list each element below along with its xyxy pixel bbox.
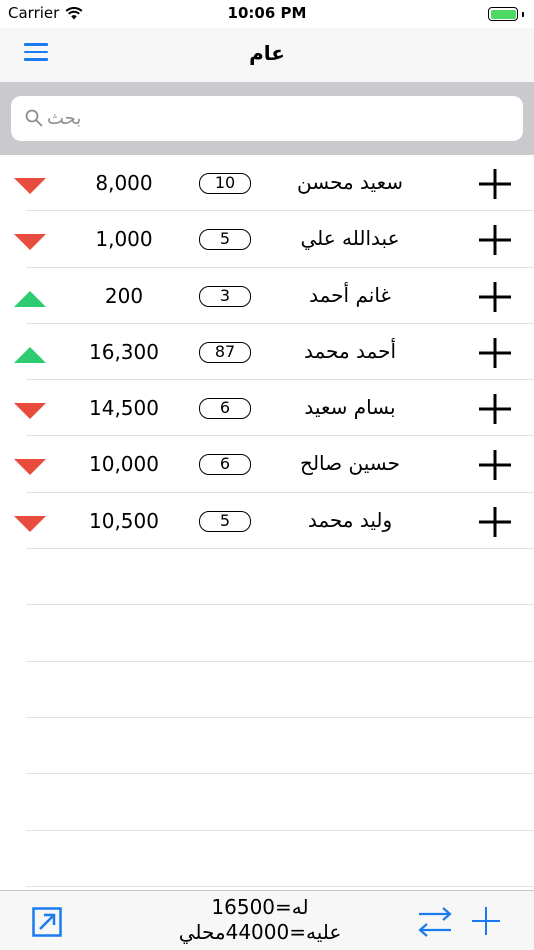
list-item[interactable]: 10,500 5 وليد محمد — [0, 493, 534, 550]
trend-up-icon — [14, 290, 46, 307]
row-amount: 1,000 — [95, 227, 153, 252]
plus-icon[interactable] — [477, 167, 513, 201]
plus-icon[interactable] — [477, 505, 513, 539]
battery-icon — [488, 7, 524, 21]
trend-down-icon — [14, 459, 46, 476]
list-item[interactable]: 14,500 6 بسام سعيد — [0, 380, 534, 437]
swap-icon[interactable] — [417, 905, 453, 939]
status-bar: Carrier 10:06 PM — [0, 0, 534, 28]
row-name: غانم أحمد — [309, 282, 391, 307]
row-count-badge: 5 — [199, 510, 251, 532]
trend-up-icon — [14, 346, 46, 363]
search-input[interactable] — [47, 96, 347, 141]
status-time: 10:06 PM — [227, 4, 307, 22]
debit-total: عليه=44000محلي — [178, 920, 342, 944]
row-amount: 14,500 — [89, 396, 159, 421]
row-count-badge: 6 — [199, 398, 251, 420]
page-title: عام — [249, 41, 285, 65]
search-box[interactable] — [11, 96, 523, 141]
row-name: سعيد محسن — [297, 170, 403, 194]
empty-row — [0, 662, 534, 719]
credit-total: له=16500 — [211, 895, 309, 919]
row-amount: 16,300 — [89, 339, 159, 364]
row-name: عبدالله علي — [300, 226, 400, 251]
export-icon[interactable] — [32, 907, 62, 937]
list-item[interactable]: 16,300 87 أحمد محمد — [0, 324, 534, 381]
row-amount: 10,500 — [89, 508, 159, 533]
navigation-bar: عام — [0, 28, 534, 82]
row-amount: 200 — [104, 283, 144, 308]
empty-row — [0, 605, 534, 662]
trend-down-icon — [14, 234, 46, 251]
search-bar — [0, 82, 534, 155]
row-count-badge: 10 — [199, 173, 251, 194]
row-amount: 10,000 — [89, 452, 159, 477]
add-icon[interactable] — [470, 905, 502, 937]
list-item[interactable]: 10,000 6 حسين صالح — [0, 436, 534, 494]
plus-icon[interactable] — [477, 336, 513, 370]
empty-row — [0, 774, 534, 831]
list-item[interactable]: 200 3 غانم أحمد — [0, 268, 534, 325]
list-item[interactable]: 8,000 10 سعيد محسن — [0, 155, 534, 212]
empty-row — [0, 831, 534, 888]
row-name: وليد محمد — [307, 507, 393, 532]
row-name: بسام سعيد — [304, 395, 396, 420]
plus-icon[interactable] — [477, 280, 513, 314]
row-amount: 8,000 — [95, 171, 153, 195]
row-count-badge: 5 — [199, 229, 251, 251]
plus-icon[interactable] — [477, 392, 513, 426]
trend-down-icon — [14, 515, 46, 532]
row-count-badge: 3 — [199, 285, 251, 307]
list-item[interactable]: 1,000 5 عبدالله علي — [0, 211, 534, 268]
row-count-badge: 6 — [199, 454, 251, 476]
plus-icon[interactable] — [477, 223, 513, 257]
contacts-list: 8,000 10 سعيد محسن 1,000 5 عبدالله علي 200 3 غان… — [0, 155, 534, 888]
balance-summary: له=16500 عليه=44000محلي — [140, 895, 380, 945]
row-count-badge: 87 — [199, 341, 251, 363]
trend-down-icon — [14, 403, 46, 420]
row-name: أحمد محمد — [303, 338, 397, 363]
trend-down-icon — [14, 178, 46, 194]
row-name: حسين صالح — [300, 451, 400, 476]
search-icon — [25, 109, 43, 127]
empty-row — [0, 549, 534, 606]
plus-icon[interactable] — [477, 448, 513, 482]
bottom-toolbar: له=16500 عليه=44000محلي — [0, 890, 534, 950]
empty-row — [0, 718, 534, 775]
